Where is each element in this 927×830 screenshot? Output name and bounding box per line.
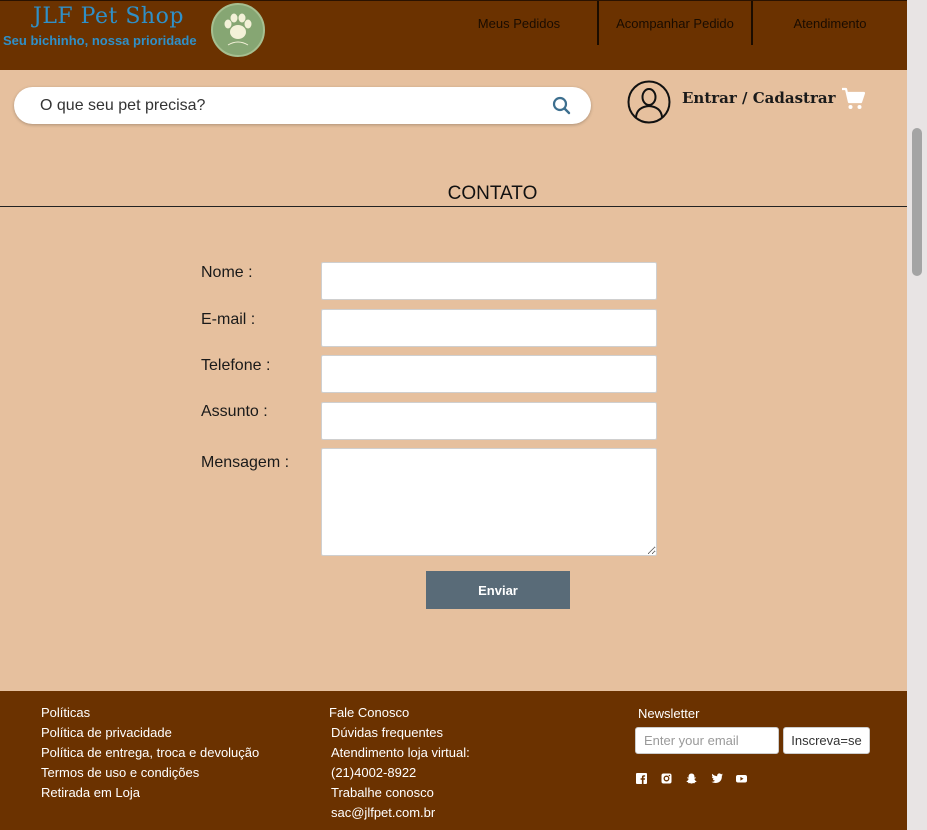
footer-link-politicas[interactable]: Políticas (41, 703, 259, 723)
subject-label: Assunto : (201, 403, 268, 420)
footer-phone: (21)4002-8922 (331, 765, 417, 780)
footer-link-fale-conosco[interactable]: Fale Conosco (329, 703, 470, 723)
subject-field[interactable] (321, 402, 657, 440)
cart-icon[interactable] (841, 87, 866, 111)
footer-link-entrega[interactable]: Política de entrega, troca e devolução (41, 743, 259, 763)
phone-field[interactable] (321, 355, 657, 393)
footer-support-label: Atendimento loja virtual: (331, 745, 470, 760)
footer-email-link[interactable]: sac@jlfpet.com.br (329, 803, 470, 823)
vertical-scrollbar[interactable] (907, 0, 927, 830)
paw-logo-icon[interactable] (211, 3, 265, 57)
submit-button[interactable]: Enviar (426, 571, 570, 609)
login-register-link[interactable]: Entrar / Cadastrar (682, 89, 835, 107)
user-avatar-icon[interactable] (627, 80, 671, 124)
youtube-icon[interactable] (736, 771, 747, 783)
search-icon[interactable] (552, 96, 571, 115)
email-label: E-mail : (201, 311, 256, 328)
brand-title[interactable]: JLF Pet Shop (33, 4, 184, 29)
brand-tagline: Seu bichinho, nossa prioridade (3, 33, 197, 48)
footer: Políticas Política de privacidade Políti… (0, 691, 907, 830)
footer-link-trabalhe[interactable]: Trabalhe conosco (329, 783, 470, 803)
email-field[interactable] (321, 309, 657, 347)
message-label: Mensagem : (201, 454, 290, 471)
footer-link-duvidas[interactable]: Dúvidas frequentes (329, 723, 470, 743)
phone-label: Telefone : (201, 357, 271, 374)
name-field[interactable] (321, 262, 657, 300)
instagram-icon[interactable] (661, 771, 672, 784)
nav-meus-pedidos[interactable]: Meus Pedidos (441, 1, 597, 45)
footer-policies-column: Políticas Política de privacidade Políti… (41, 703, 259, 803)
newsletter-subscribe-button[interactable]: Inscreva=se (783, 727, 870, 754)
top-nav: Meus Pedidos Acompanhar Pedido Atendimen… (441, 1, 907, 45)
page: JLF Pet Shop Seu bichinho, nossa priorid… (0, 0, 907, 830)
footer-link-termos[interactable]: Termos de uso e condições (41, 763, 259, 783)
social-links (636, 771, 747, 784)
footer-link-privacidade[interactable]: Política de privacidade (41, 723, 259, 743)
top-header: JLF Pet Shop Seu bichinho, nossa priorid… (0, 0, 907, 70)
footer-link-retirada[interactable]: Retirada em Loja (41, 783, 259, 803)
nav-atendimento[interactable]: Atendimento (751, 1, 907, 45)
search-input[interactable] (40, 87, 540, 124)
newsletter-email-input[interactable] (635, 727, 779, 754)
scrollbar-thumb[interactable] (912, 128, 922, 276)
message-field[interactable] (321, 448, 657, 556)
name-label: Nome : (201, 264, 253, 281)
search-bar (14, 87, 591, 124)
newsletter-title: Newsletter (638, 706, 700, 721)
twitter-icon[interactable] (711, 771, 723, 783)
facebook-icon[interactable] (636, 771, 647, 784)
nav-acompanhar-pedido[interactable]: Acompanhar Pedido (597, 1, 751, 45)
snapchat-icon[interactable] (686, 771, 697, 784)
heading-divider (0, 206, 907, 207)
page-title: CONTATO (447, 183, 538, 204)
footer-contact-column: Fale Conosco Dúvidas frequentes Atendime… (329, 703, 470, 823)
